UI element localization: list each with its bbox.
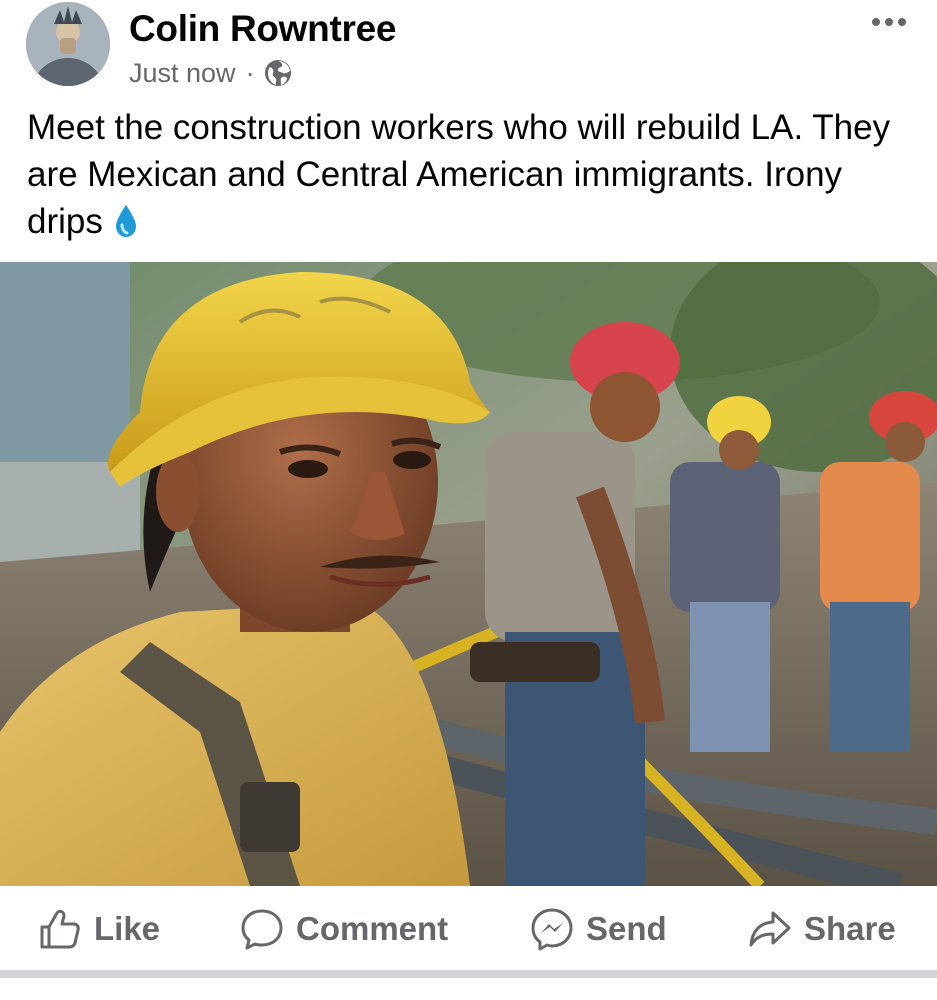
send-label: Send [586, 910, 667, 947]
avatar-image [26, 2, 110, 86]
post-divider [0, 970, 937, 978]
post-action-bar: Like Comment Send Share [0, 886, 937, 972]
like-button[interactable]: Like [38, 886, 160, 972]
send-button[interactable]: Send [530, 886, 667, 972]
share-arrow-icon [749, 911, 791, 947]
thumbs-up-icon [40, 909, 80, 949]
share-label: Share [804, 910, 896, 947]
share-button[interactable]: Share [748, 886, 896, 972]
comment-button[interactable]: Comment [240, 886, 448, 972]
facebook-post: Colin Rowntree Just now · Meet the const… [0, 0, 937, 1000]
globe-icon [264, 60, 291, 86]
droplet-icon [115, 205, 136, 237]
post-caption: Meet the construction workers who will r… [27, 104, 907, 245]
post-photo[interactable] [0, 262, 937, 886]
comment-bubble-icon [241, 909, 283, 950]
caption-text: Meet the construction workers who will r… [27, 108, 891, 241]
meta-separator: · [245, 57, 255, 88]
like-label: Like [94, 910, 161, 947]
post-meta: Just now · [129, 55, 293, 91]
messenger-icon [531, 908, 573, 951]
construction-workers-photo [0, 262, 937, 886]
comment-label: Comment [296, 910, 449, 947]
more-dots-icon[interactable] [869, 10, 909, 34]
post-timestamp[interactable]: Just now [129, 58, 236, 89]
author-name[interactable]: Colin Rowntree [129, 8, 396, 50]
author-avatar[interactable] [26, 2, 110, 86]
